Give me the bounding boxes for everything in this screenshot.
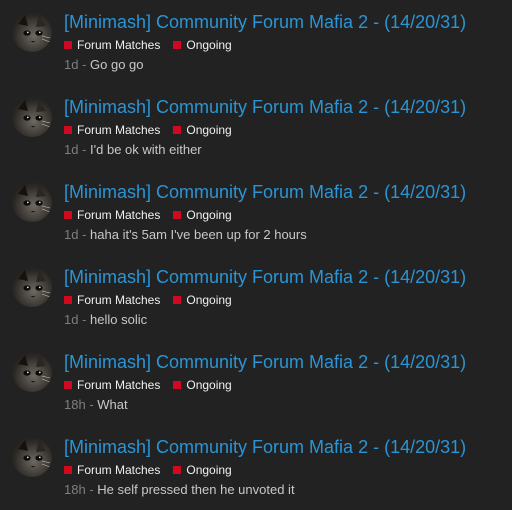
tag-color-swatch: [173, 126, 182, 134]
post-excerpt: What: [97, 397, 128, 412]
user-avatar-cat-icon[interactable]: [12, 182, 52, 222]
tag-color-swatch: [64, 211, 72, 219]
tag-label: Ongoing: [186, 293, 232, 307]
post-meta: 1d - Go go go: [64, 57, 144, 73]
tag-ongoing[interactable]: Ongoing: [173, 377, 232, 393]
user-avatar-cat-icon[interactable]: [12, 97, 52, 137]
post-excerpt: He self pressed then he unvoted it: [97, 482, 295, 497]
tag-color-swatch: [64, 296, 72, 304]
tag-ongoing[interactable]: Ongoing: [173, 37, 232, 53]
tag-color-swatch: [173, 41, 182, 49]
post-meta: 18h - What: [64, 397, 128, 413]
tag-color-swatch: [173, 381, 182, 389]
meta-separator: -: [78, 312, 91, 327]
post-age-link[interactable]: 1d: [64, 57, 78, 72]
post-meta: 1d - haha it's 5am I've been up for 2 ho…: [64, 227, 307, 243]
tag-forum-matches[interactable]: Forum Matches: [64, 122, 160, 138]
post-excerpt: hello solic: [90, 312, 148, 327]
tag-list: Forum Matches Ongoing: [64, 37, 245, 53]
meta-separator: -: [85, 482, 98, 497]
tag-list: Forum Matches Ongoing: [64, 377, 245, 393]
tag-label: Ongoing: [186, 123, 232, 137]
tag-color-swatch: [173, 211, 182, 219]
user-avatar-cat-icon[interactable]: [12, 437, 52, 477]
post-age-link[interactable]: 18h: [64, 482, 86, 497]
post-item: [Minimash] Community Forum Mafia 2 - (14…: [0, 255, 512, 340]
tag-label: Forum Matches: [77, 38, 161, 52]
post-excerpt: haha it's 5am I've been up for 2 hours: [90, 227, 307, 242]
tag-forum-matches[interactable]: Forum Matches: [64, 292, 160, 308]
tag-ongoing[interactable]: Ongoing: [173, 207, 232, 223]
tag-list: Forum Matches Ongoing: [64, 122, 245, 138]
tag-label: Forum Matches: [77, 463, 161, 477]
tag-color-swatch: [64, 126, 72, 134]
tag-label: Forum Matches: [77, 293, 161, 307]
topic-title-link[interactable]: [Minimash] Community Forum Mafia 2 - (14…: [64, 266, 466, 288]
tag-color-swatch: [173, 466, 182, 474]
tag-forum-matches[interactable]: Forum Matches: [64, 207, 160, 223]
post-item: [Minimash] Community Forum Mafia 2 - (14…: [0, 425, 512, 510]
activity-feed: [Minimash] Community Forum Mafia 2 - (14…: [0, 0, 512, 500]
user-avatar-cat-icon[interactable]: [12, 352, 52, 392]
tag-label: Ongoing: [186, 463, 232, 477]
topic-title-link[interactable]: [Minimash] Community Forum Mafia 2 - (14…: [64, 11, 466, 33]
meta-separator: -: [78, 57, 91, 72]
post-excerpt: I'd be ok with either: [90, 142, 202, 157]
post-age-link[interactable]: 1d: [64, 227, 78, 242]
user-avatar-cat-icon[interactable]: [12, 12, 52, 52]
tag-color-swatch: [64, 466, 72, 474]
tag-color-swatch: [173, 296, 182, 304]
post-age-link[interactable]: 18h: [64, 397, 86, 412]
post-meta: 1d - hello solic: [64, 312, 147, 328]
post-item: [Minimash] Community Forum Mafia 2 - (14…: [0, 340, 512, 425]
meta-separator: -: [78, 227, 91, 242]
tag-label: Forum Matches: [77, 123, 161, 137]
tag-label: Forum Matches: [77, 208, 161, 222]
topic-title-link[interactable]: [Minimash] Community Forum Mafia 2 - (14…: [64, 436, 466, 458]
topic-title-link[interactable]: [Minimash] Community Forum Mafia 2 - (14…: [64, 351, 466, 373]
tag-list: Forum Matches Ongoing: [64, 207, 245, 223]
tag-color-swatch: [64, 41, 72, 49]
tag-label: Ongoing: [186, 38, 232, 52]
meta-separator: -: [78, 142, 91, 157]
tag-color-swatch: [64, 381, 72, 389]
post-excerpt: Go go go: [90, 57, 144, 72]
tag-forum-matches[interactable]: Forum Matches: [64, 377, 160, 393]
post-item: [Minimash] Community Forum Mafia 2 - (14…: [0, 0, 512, 85]
post-meta: 18h - He self pressed then he unvoted it: [64, 482, 295, 498]
tag-ongoing[interactable]: Ongoing: [173, 122, 232, 138]
tag-ongoing[interactable]: Ongoing: [173, 292, 232, 308]
post-age-link[interactable]: 1d: [64, 312, 78, 327]
post-item: [Minimash] Community Forum Mafia 2 - (14…: [0, 170, 512, 255]
tag-label: Ongoing: [186, 378, 232, 392]
tag-list: Forum Matches Ongoing: [64, 292, 245, 308]
user-avatar-cat-icon[interactable]: [12, 267, 52, 307]
tag-label: Ongoing: [186, 208, 232, 222]
topic-title-link[interactable]: [Minimash] Community Forum Mafia 2 - (14…: [64, 96, 466, 118]
tag-label: Forum Matches: [77, 378, 161, 392]
tag-forum-matches[interactable]: Forum Matches: [64, 37, 160, 53]
tag-list: Forum Matches Ongoing: [64, 462, 245, 478]
post-item: [Minimash] Community Forum Mafia 2 - (14…: [0, 85, 512, 170]
tag-forum-matches[interactable]: Forum Matches: [64, 462, 160, 478]
topic-title-link[interactable]: [Minimash] Community Forum Mafia 2 - (14…: [64, 181, 466, 203]
post-meta: 1d - I'd be ok with either: [64, 142, 202, 158]
tag-ongoing[interactable]: Ongoing: [173, 462, 232, 478]
post-age-link[interactable]: 1d: [64, 142, 78, 157]
meta-separator: -: [85, 397, 98, 412]
